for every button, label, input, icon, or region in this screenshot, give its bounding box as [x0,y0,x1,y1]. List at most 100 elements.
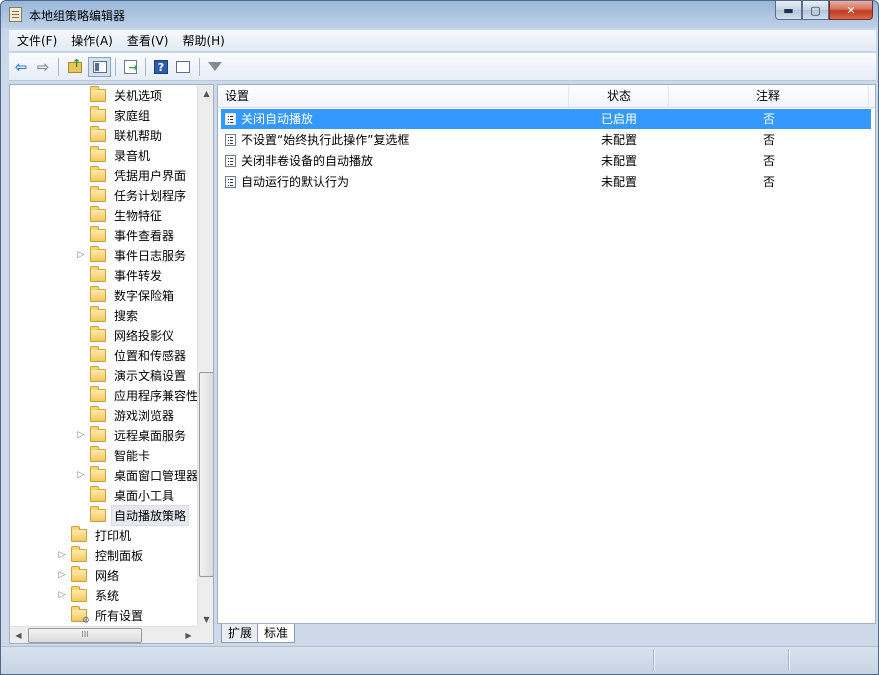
tree-item[interactable]: 网络投影仪 [75,325,177,345]
column-header-setting[interactable]: 设置 [218,85,569,108]
tree-item[interactable]: 事件查看器 [75,225,177,245]
tree-item-label: 打印机 [95,528,132,543]
list-row[interactable]: 关闭非卷设备的自动播放 未配置 否 [221,151,871,171]
tree-item[interactable]: 位置和传感器 [75,345,189,365]
export-list-icon[interactable] [120,57,140,77]
toolbar-separator [115,58,116,76]
tab-standard[interactable]: 标准 [257,624,296,643]
tree-item[interactable]: ▷ 桌面窗口管理器 [75,465,201,485]
tree-item[interactable]: 数字保险箱 [75,285,177,305]
folder-icon [90,365,106,382]
folder-icon [90,405,106,422]
help-icon[interactable]: ? [151,57,171,77]
column-header-state[interactable]: 状态 [569,85,669,108]
setting-comment: 否 [763,175,776,189]
list-row[interactable]: 自动运行的默认行为 未配置 否 [221,172,871,192]
filter-icon[interactable] [205,57,225,77]
folder-icon [71,565,87,582]
group-policy-editor-window: 本地组策略编辑器 ▬ ▢ ✕ 文件(F) 操作(A) 查看(V) 帮助(H) ⇦… [0,0,879,675]
menu-help[interactable]: 帮助(H) [174,31,230,51]
tree-item[interactable]: ▷ 事件日志服务 [75,245,189,265]
tree-vertical-scrollbar[interactable]: ▲ ▼ [197,85,213,628]
folder-icon [90,425,106,442]
tree-item-label: 网络 [95,568,120,583]
scroll-thumb[interactable] [199,372,213,577]
list-row[interactable]: 不设置“始终执行此操作”复选框 未配置 否 [221,130,871,150]
menu-view[interactable]: 查看(V) [119,31,175,51]
folder-icon [90,145,106,162]
scroll-left-icon[interactable]: ◀ [10,627,27,643]
tree-item[interactable]: 演示文稿设置 [75,365,189,385]
folder-icon [90,105,106,122]
tree-item-label: 关机选项 [114,88,163,103]
folder-icon [71,585,87,602]
expand-arrow-icon[interactable]: ▷ [75,470,87,480]
menu-action[interactable]: 操作(A) [63,31,119,51]
scroll-thumb-horizontal[interactable]: III [28,628,142,643]
tree-item[interactable]: 录音机 [75,145,153,165]
list-row[interactable]: 关闭自动播放 已启用 否 [221,109,871,129]
expand-arrow-icon[interactable]: ▷ [56,590,68,600]
tree-item-label: 桌面窗口管理器 [114,468,199,483]
tree-item[interactable]: 自动播放策略 [75,504,190,526]
forward-icon[interactable]: ⇨ [33,57,53,77]
expand-arrow-icon[interactable]: ▷ [75,250,87,260]
tree-item[interactable]: 所有设置 [56,605,146,626]
window-title: 本地组策略编辑器 [29,9,126,23]
tree-item[interactable]: 打印机 [56,525,134,545]
status-separator [788,649,789,671]
maximize-button[interactable]: ▢ [802,1,829,20]
tree-item[interactable]: ▷ 系统 [56,585,122,605]
tree-item[interactable]: 凭据用户界面 [75,165,189,185]
tree-item[interactable]: ▷ 网络 [56,565,122,585]
tree-item[interactable]: 联机帮助 [75,125,165,145]
folder-icon [90,205,106,222]
tree-item[interactable]: 桌面小工具 [75,485,177,505]
tree-item[interactable]: ▷ 控制面板 [56,545,146,565]
settings-list[interactable]: 设置 状态 注释 关闭自动播放 已启用否不设置“始终执行此操作”复选框 未配置否关闭… [217,84,876,624]
back-icon[interactable]: ⇦ [11,57,31,77]
tree-item[interactable]: 关机选项 [75,85,165,105]
folder-icon [90,345,106,362]
tree-item[interactable]: ▷ 远程桌面服务 [75,425,189,445]
tree-horizontal-scrollbar[interactable]: ◀ III ▶ [10,626,197,643]
folder-icon [90,385,106,402]
tree-item-label: 联机帮助 [114,128,163,143]
status-bar [1,646,878,674]
scroll-up-icon[interactable]: ▲ [198,85,213,102]
expand-arrow-icon[interactable]: ▷ [56,570,68,580]
extended-view-icon[interactable] [173,57,193,77]
up-folder-icon[interactable] [65,57,85,77]
tree-item-label: 家庭组 [114,108,151,123]
close-button[interactable]: ✕ [829,1,873,20]
folder-icon [90,125,106,142]
setting-state: 未配置 [601,154,638,168]
tree-item[interactable]: 家庭组 [75,105,153,125]
tree-item-label: 搜索 [114,308,139,323]
policy-setting-icon [225,113,236,125]
tree-item[interactable]: 智能卡 [75,445,153,465]
tree-item[interactable]: 搜索 [75,305,141,325]
tree-item[interactable]: 游戏浏览器 [75,405,177,425]
folder-icon [90,505,106,522]
tree-item-label: 演示文稿设置 [114,368,187,383]
tree-item[interactable]: 应用程序兼容性 [75,385,201,405]
folder-icon [90,165,106,182]
expand-arrow-icon[interactable]: ▷ [75,430,87,440]
show-hide-tree-icon[interactable] [88,57,111,77]
policy-tree[interactable]: 关机选项家庭组联机帮助录音机凭据用户界面任务计划程序 生物特征 事件查看器 ▷ 事件日志… [9,84,214,644]
title-bar[interactable]: 本地组策略编辑器 ▬ ▢ ✕ [1,1,878,29]
tree-item[interactable]: 生物特征 [75,205,165,225]
tree-item-label: 系统 [95,588,120,603]
folder-icon [90,485,106,502]
tree-item[interactable]: 事件转发 [75,265,165,285]
setting-state: 未配置 [601,133,638,147]
tree-item-label: 凭据用户界面 [114,168,187,183]
scroll-right-icon[interactable]: ▶ [180,627,197,643]
expand-arrow-icon[interactable]: ▷ [56,550,68,560]
column-header-comment[interactable]: 注释 [669,85,869,108]
tab-extended[interactable]: 扩展 [221,624,260,643]
menu-file[interactable]: 文件(F) [9,31,63,51]
minimize-button[interactable]: ▬ [775,1,802,20]
tree-item[interactable]: 任务计划程序 [75,185,189,205]
